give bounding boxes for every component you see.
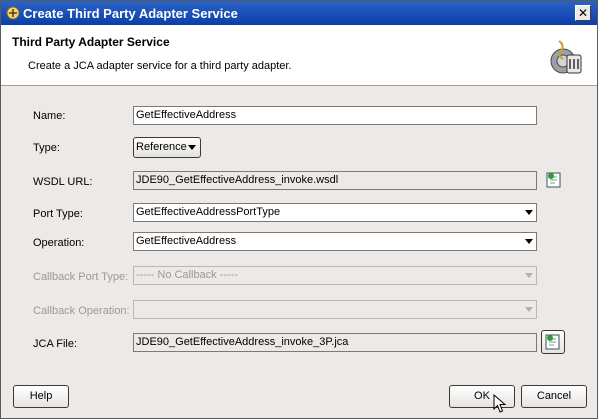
callback-operation-dropdown[interactable] bbox=[133, 300, 537, 319]
chevron-down-icon bbox=[525, 210, 533, 215]
name-value: GetEffectiveAddress bbox=[136, 109, 237, 121]
close-button[interactable]: ✕ bbox=[575, 5, 591, 21]
type-label: Type: bbox=[33, 142, 60, 154]
port-type-value: GetEffectiveAddressPortType bbox=[136, 206, 281, 218]
chevron-down-icon bbox=[188, 145, 196, 150]
chevron-down-icon bbox=[525, 239, 533, 244]
mouse-cursor-icon bbox=[493, 394, 507, 413]
wsdl-url-label: WSDL URL: bbox=[33, 176, 93, 188]
callback-port-type-dropdown[interactable]: ----- No Callback ----- bbox=[133, 266, 537, 285]
browse-icon bbox=[545, 334, 560, 350]
browse-icon[interactable] bbox=[545, 171, 563, 189]
operation-value: GetEffectiveAddress bbox=[136, 235, 237, 247]
window-title: Create Third Party Adapter Service bbox=[23, 6, 238, 21]
dialog-window: Create Third Party Adapter Service ✕ Thi… bbox=[0, 0, 598, 419]
type-value: Reference bbox=[136, 141, 187, 153]
adapter-icon bbox=[6, 6, 20, 20]
wsdl-url-field[interactable]: JDE90_GetEffectiveAddress_invoke.wsdl bbox=[133, 171, 537, 190]
operation-dropdown[interactable]: GetEffectiveAddress bbox=[133, 232, 537, 251]
name-label: Name: bbox=[33, 110, 66, 122]
jca-file-label: JCA File: bbox=[33, 338, 78, 350]
chevron-down-icon bbox=[525, 273, 533, 278]
jca-file-value: JDE90_GetEffectiveAddress_invoke_3P.jca bbox=[136, 336, 349, 348]
operation-label: Operation: bbox=[33, 237, 85, 249]
port-type-label: Port Type: bbox=[33, 208, 83, 220]
cancel-button[interactable]: Cancel bbox=[521, 385, 587, 408]
jca-browse-button[interactable] bbox=[541, 330, 565, 354]
close-icon: ✕ bbox=[577, 6, 589, 20]
header-title: Third Party Adapter Service bbox=[12, 35, 170, 49]
wsdl-url-value: JDE90_GetEffectiveAddress_invoke.wsdl bbox=[136, 174, 339, 186]
callback-port-type-label: Callback Port Type: bbox=[33, 271, 129, 283]
type-dropdown[interactable]: Reference bbox=[133, 137, 201, 158]
wizard-header: Third Party Adapter Service Create a JCA… bbox=[1, 25, 597, 86]
help-button[interactable]: Help bbox=[13, 385, 69, 408]
title-bar[interactable]: Create Third Party Adapter Service ✕ bbox=[1, 1, 597, 25]
callback-port-type-value: ----- No Callback ----- bbox=[136, 269, 239, 281]
port-type-dropdown[interactable]: GetEffectiveAddressPortType bbox=[133, 203, 537, 222]
chevron-down-icon bbox=[525, 307, 533, 312]
wizard-header-icon bbox=[550, 40, 582, 74]
jca-file-field[interactable]: JDE90_GetEffectiveAddress_invoke_3P.jca bbox=[133, 333, 537, 352]
name-input[interactable]: GetEffectiveAddress bbox=[133, 106, 537, 125]
callback-operation-label: Callback Operation: bbox=[33, 305, 130, 317]
header-description: Create a JCA adapter service for a third… bbox=[28, 60, 292, 72]
